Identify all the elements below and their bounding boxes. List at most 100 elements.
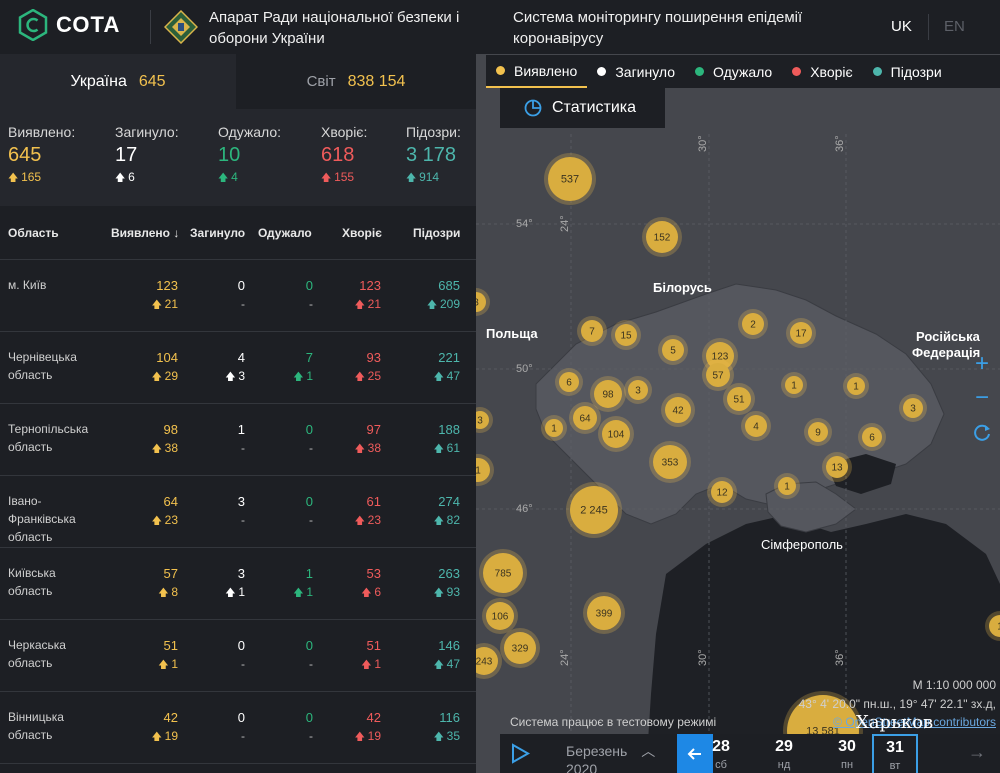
- cluster-count: 15: [620, 331, 632, 342]
- summary-stat-delta: 🡅 165: [8, 170, 75, 188]
- summary-stat-value: 645: [8, 144, 42, 166]
- cluster-count: 1: [791, 381, 797, 392]
- cluster-count: 329: [512, 644, 529, 655]
- map-legend: Виявлено Загинуло Одужало Хворіє Підозри: [486, 55, 1000, 88]
- map-panel[interactable]: 54° 50° 46° 24° 30° 36° 24° 30° 36° Польща Білор…: [476, 54, 1000, 773]
- zoom-out-button[interactable]: −: [968, 384, 996, 412]
- reset-view-button[interactable]: [968, 422, 996, 450]
- delta-value: 21: [367, 297, 381, 311]
- cell-value: 0: [237, 278, 245, 293]
- day-number: 31: [886, 739, 904, 756]
- arrow-up-icon: 🡅: [361, 660, 375, 671]
- cluster-count: 1: [476, 466, 481, 477]
- map-canvas[interactable]: 54° 50° 46° 24° 30° 36° 24° 30° 36° Польща Білор…: [476, 54, 1000, 773]
- arrow-up-icon: 🡅: [433, 660, 447, 671]
- cell-recovered: 7 🡅 1: [293, 349, 313, 387]
- cluster-count: 152: [654, 233, 671, 244]
- cell-delta: 🡅 19: [355, 727, 381, 747]
- cluster-count: 9: [815, 428, 821, 439]
- lang-uk-button[interactable]: UK: [891, 18, 912, 35]
- col-sick[interactable]: Хворіє: [342, 226, 382, 240]
- arrow-up-icon: 🡅: [321, 173, 335, 184]
- timeline-month[interactable]: Березень ︿ 2020: [566, 742, 655, 773]
- timeline-day[interactable]: 29 нд: [764, 738, 804, 773]
- statistics-button[interactable]: Статистика: [500, 88, 665, 128]
- chevron-up-icon: ︿: [641, 743, 656, 759]
- cell-value: 123: [156, 278, 178, 293]
- summary-stats: Виявлено: 645 🡅 165 Загинуло: 17 🡅 6 Одужало: 1…: [0, 109, 476, 206]
- cell-delta: -: [241, 657, 245, 671]
- cluster-count: 3: [635, 386, 641, 397]
- summary-stat-delta: 🡅 6: [115, 170, 179, 188]
- arrow-up-icon: 🡅: [8, 173, 22, 184]
- cell-delta: 🡅 25: [355, 367, 381, 387]
- timeline-day[interactable]: 31 вт: [872, 734, 918, 773]
- cell-value: 4: [237, 350, 245, 365]
- summary-stat: Одужало: 10 🡅 4: [218, 124, 281, 188]
- arrow-up-icon: 🡅: [426, 300, 440, 311]
- col-detected[interactable]: Виявлено ↓: [111, 226, 179, 240]
- arrow-right-icon[interactable]: →: [968, 742, 986, 763]
- delta-value: 155: [334, 170, 355, 184]
- header: СОТА Апарат Ради національної безпеки і …: [0, 0, 1000, 54]
- col-died[interactable]: Загинуло: [190, 226, 245, 240]
- tab-ukraine[interactable]: Україна 645: [0, 54, 236, 109]
- delta-value: 8: [171, 585, 178, 599]
- legend-item[interactable]: Виявлено: [486, 55, 588, 88]
- arrow-up-icon: 🡅: [218, 173, 232, 184]
- table-row[interactable]: Тернопільська область 98 🡅 38 1-0-97 🡅 38 188…: [0, 404, 476, 476]
- table-row[interactable]: Чернівецька область 104 🡅 29 4 🡅 3 7 🡅 1 93 🡅 25…: [0, 332, 476, 404]
- play-icon[interactable]: [500, 734, 540, 773]
- arrow-up-icon: 🡅: [158, 660, 172, 671]
- summary-stat-label: Загинуло:: [115, 124, 179, 140]
- timeline: Березень ︿ 2020 28 сб 29 нд 30 пн 31 вт →: [500, 734, 1000, 773]
- zoom-in-button[interactable]: +: [968, 350, 996, 378]
- cell-died: 0-: [238, 637, 245, 673]
- cell-value: 51: [366, 638, 381, 653]
- cell-value: 221: [438, 350, 460, 365]
- sort-down-icon: ↓: [173, 226, 180, 240]
- arrow-up-icon: 🡅: [354, 732, 368, 743]
- country-label: Білорусь: [653, 280, 712, 295]
- legend-item[interactable]: Загинуло: [587, 55, 685, 88]
- col-region[interactable]: Область: [8, 226, 59, 240]
- table-row[interactable]: Івано-Франківська область 64 🡅 23 3-0-61 🡅 2…: [0, 476, 476, 548]
- cell-delta: -: [309, 657, 313, 671]
- cluster-count: 1: [551, 424, 557, 435]
- summary-stat-value: 3 178: [406, 144, 457, 166]
- legend-item[interactable]: Підозри: [863, 55, 952, 88]
- arrow-up-icon: 🡅: [361, 588, 375, 599]
- cell-value: 116: [439, 710, 460, 725]
- cell-suspect: 116 🡅 35: [434, 709, 460, 747]
- tab-world[interactable]: Світ 838 154: [236, 54, 476, 109]
- cell-recovered: 1 🡅 1: [293, 565, 313, 603]
- arrow-up-icon: 🡅: [151, 300, 165, 311]
- table-row[interactable]: Черкаська область 51 🡅 1 0-0-51 🡅 1 146 🡅 47: [0, 620, 476, 692]
- tab-world-label: Світ: [306, 73, 336, 90]
- cell-value: 57: [163, 566, 178, 581]
- timeline-day[interactable]: 28 сб: [701, 738, 741, 773]
- cell-delta: 🡅 3: [225, 367, 245, 387]
- cluster-count: 6: [566, 378, 572, 389]
- arrow-up-icon: 🡅: [354, 516, 368, 527]
- logo[interactable]: СОТА: [18, 9, 120, 41]
- cell-died: 0-: [238, 709, 245, 745]
- cell-suspect: 274 🡅 82: [434, 493, 460, 531]
- cell-detected: 64 🡅 23: [152, 493, 178, 531]
- cell-delta: -: [241, 441, 245, 455]
- lang-en-button[interactable]: EN: [944, 18, 965, 35]
- table-row[interactable]: м. Київ 123 🡅 21 0-0-123 🡅 21 685 🡅 209: [0, 260, 476, 332]
- legend-item[interactable]: Одужало: [685, 55, 782, 88]
- cell-detected: 104 🡅 29: [152, 349, 178, 387]
- col-suspect[interactable]: Підозри: [413, 226, 460, 240]
- timeline-day[interactable]: 30 пн: [827, 738, 867, 773]
- cell-detected: 51 🡅 1: [158, 637, 178, 675]
- cluster-count: 12: [716, 488, 728, 499]
- cell-sick: 53 🡅 6: [361, 565, 381, 603]
- cluster-count: 5: [670, 346, 676, 357]
- table-row[interactable]: Київська область 57 🡅 8 3 🡅 1 1 🡅 1 53 🡅 6 263 🡅 9…: [0, 548, 476, 620]
- legend-item[interactable]: Хворіє: [782, 55, 862, 88]
- table-row[interactable]: Вінницька область 42 🡅 19 0-0-42 🡅 19 116 🡅 35: [0, 692, 476, 764]
- cell-recovered: 0-: [306, 709, 313, 745]
- col-recovered[interactable]: Одужало: [258, 226, 312, 240]
